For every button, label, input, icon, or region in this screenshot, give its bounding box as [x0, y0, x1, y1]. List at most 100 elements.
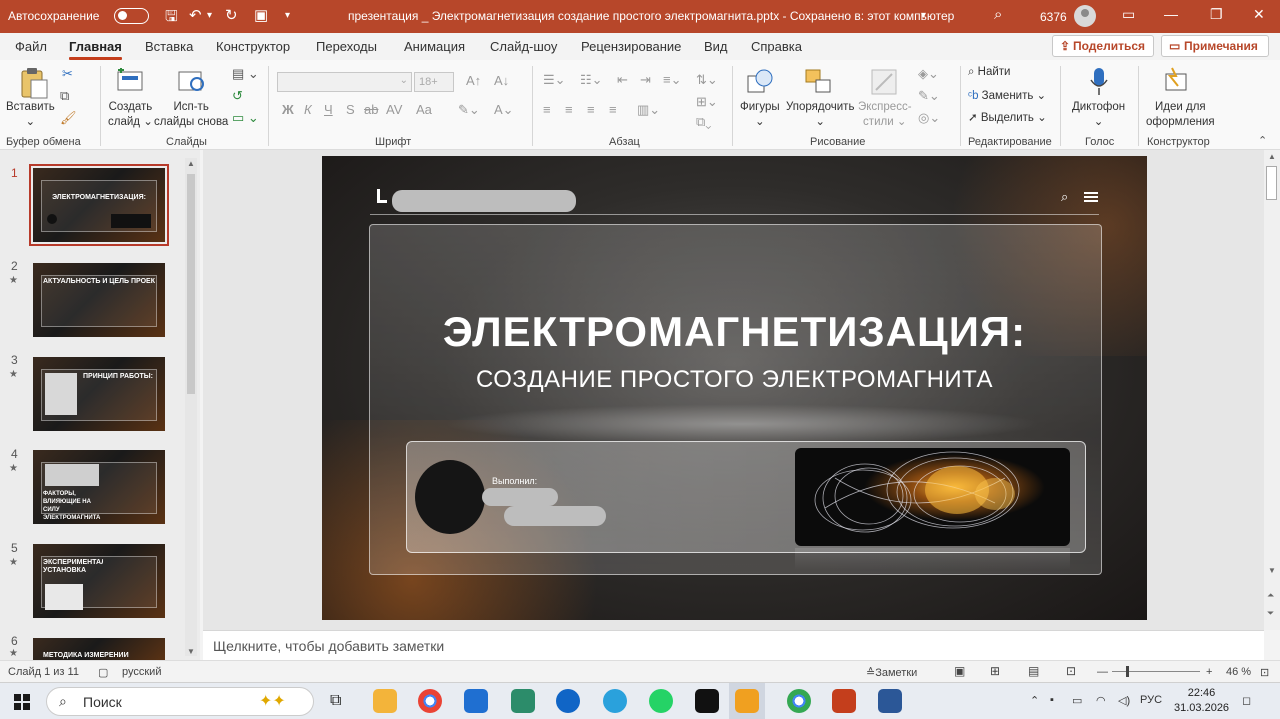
store-icon[interactable] [464, 689, 488, 713]
section-icon[interactable]: ▭ ⌄ [232, 110, 259, 126]
line-spacing-icon[interactable]: ≡⌄ [663, 72, 681, 88]
slide-subtitle[interactable]: СОЗДАНИЕ ПРОСТОГО ЭЛЕКТРОМАГНИТА [322, 366, 1147, 394]
save-icon[interactable]: 🖫 [165, 6, 178, 31]
design-ideas-icon[interactable] [1162, 66, 1192, 96]
font-name-input[interactable]: ⌄ [277, 72, 412, 92]
powerpoint-icon[interactable] [832, 689, 856, 713]
microphone-icon[interactable] [1088, 66, 1110, 98]
normal-view-icon[interactable]: ▣ [954, 664, 965, 678]
sublime-icon[interactable] [735, 689, 759, 713]
task-view-icon[interactable]: ⧉ [330, 692, 341, 710]
font-color-icon[interactable]: A⌄ [494, 102, 514, 118]
shapes-button[interactable]: Фигуры ⌄ [740, 100, 780, 130]
slideshow-view-icon[interactable]: ⊡ [1066, 664, 1076, 678]
tab-slideshow[interactable]: Слайд-шоу [490, 39, 557, 54]
tab-view[interactable]: Вид [704, 39, 728, 54]
customize-toolbar-icon[interactable]: ▾ [285, 10, 290, 21]
outlook-icon[interactable] [556, 689, 580, 713]
fit-to-window-icon[interactable]: ⊡ [1260, 666, 1269, 679]
zoom-out-icon[interactable]: — [1097, 666, 1108, 678]
presentation-start-icon[interactable]: ▣ [254, 6, 268, 24]
select-button[interactable]: ➚ Выделить ⌄ [968, 110, 1047, 124]
reading-view-icon[interactable]: ▤ [1028, 664, 1039, 678]
tab-animation[interactable]: Анимация [404, 39, 465, 54]
tab-file[interactable]: Файл [15, 39, 47, 54]
shadow-icon[interactable]: S [346, 102, 355, 117]
zoom-level[interactable]: 46 % [1226, 666, 1251, 678]
arrange-icon[interactable] [804, 68, 834, 96]
italic-icon[interactable]: К [304, 102, 312, 117]
highlight-icon[interactable]: ✎⌄ [458, 102, 480, 118]
slide-canvas[interactable]: ⌕ ЭЛЕКТРОМАГНЕТИЗАЦИЯ: СОЗДАНИЕ ПРОСТОГО… [322, 156, 1147, 620]
zoom-in-icon[interactable]: + [1206, 666, 1212, 678]
notes-toggle-button[interactable]: ≙Заметки [866, 666, 917, 679]
battery-icon[interactable]: ▭ [1072, 694, 1082, 707]
scroll-down-icon[interactable]: ▼ [187, 647, 195, 656]
tray-chevron-icon[interactable]: ⌃ [1030, 694, 1039, 707]
increase-indent-icon[interactable]: ⇥ [640, 72, 651, 88]
strikethrough-icon[interactable]: ab [364, 102, 378, 117]
replace-button[interactable]: ᶜb Заменить ⌄ [968, 88, 1046, 102]
redo-icon[interactable]: ↻ [225, 6, 238, 24]
copy-icon[interactable]: ⧉ [60, 88, 69, 104]
format-painter-icon[interactable]: 🖌 [60, 110, 77, 126]
align-text-icon[interactable]: ⊞⌄ [696, 94, 718, 110]
chrome-icon[interactable] [418, 689, 442, 713]
smartart-icon[interactable]: ⧉⌄ [696, 114, 711, 130]
align-center-icon[interactable]: ≡ [565, 102, 573, 117]
columns-icon[interactable]: ▥⌄ [637, 102, 660, 118]
minimize-icon[interactable]: — [1164, 6, 1178, 22]
increase-font-icon[interactable]: A↑ [466, 73, 481, 88]
tab-design[interactable]: Конструктор [216, 39, 290, 54]
slide-sorter-icon[interactable]: ⊞ [990, 664, 1000, 678]
new-slide-button[interactable]: Создать слайд ⌄ [108, 100, 153, 130]
tab-transitions[interactable]: Переходы [316, 39, 377, 54]
undo-icon[interactable]: ↶ [189, 6, 202, 24]
taskbar-clock[interactable]: 22:46 31.03.2026 [1174, 686, 1229, 716]
next-slide-icon[interactable]: ⏷ [1267, 608, 1274, 619]
quick-styles-icon[interactable] [870, 68, 900, 96]
app-icon[interactable] [695, 689, 719, 713]
paste-button[interactable]: Вставить ⌄ [6, 100, 55, 130]
share-button[interactable]: ⇪ Поделиться [1052, 35, 1154, 57]
scroll-up-icon[interactable]: ▲ [187, 159, 195, 168]
shape-fill-icon[interactable]: ◈⌄ [918, 66, 939, 82]
align-left-icon[interactable]: ≡ [543, 102, 551, 117]
title-dropdown-icon[interactable]: ▾ [921, 10, 926, 21]
quick-styles-button[interactable]: Экспресс- стили ⌄ [858, 100, 912, 130]
decrease-indent-icon[interactable]: ⇤ [617, 72, 628, 88]
author-label[interactable]: Выполнил: [492, 476, 537, 486]
app-icon[interactable] [511, 689, 535, 713]
align-right-icon[interactable]: ≡ [587, 102, 595, 117]
dictate-button[interactable]: Диктофон ⌄ [1072, 100, 1125, 130]
windows-start-icon[interactable] [14, 694, 30, 710]
shape-outline-icon[interactable]: ✎⌄ [918, 88, 940, 104]
text-direction-icon[interactable]: ⇅⌄ [696, 72, 718, 88]
decrease-font-icon[interactable]: A↓ [494, 73, 509, 88]
tab-home[interactable]: Главная [69, 39, 122, 60]
reset-icon[interactable]: ↺ [232, 88, 243, 104]
document-title[interactable]: презентация _ Электромагнетизация создан… [348, 9, 954, 23]
tab-insert[interactable]: Вставка [145, 39, 193, 54]
bold-icon[interactable]: Ж [282, 102, 294, 117]
taskbar-search[interactable]: ⌕ Поиск ✦✦ [46, 687, 314, 716]
language-status[interactable]: русский [122, 666, 161, 678]
tray-app-icon[interactable]: ▪ [1050, 694, 1054, 706]
chrome-icon[interactable] [787, 689, 811, 713]
collapse-ribbon-icon[interactable]: ⌃ [1258, 134, 1267, 147]
slide-thumbnail-1[interactable]: ЭЛЕКТРОМАГНЕТИЗАЦИЯ: [29, 164, 169, 246]
user-avatar[interactable] [1074, 5, 1096, 27]
previous-slide-icon[interactable]: ⏶ [1267, 590, 1274, 601]
numbering-icon[interactable]: ☷⌄ [580, 72, 603, 88]
close-icon[interactable]: ✕ [1253, 6, 1265, 23]
wifi-icon[interactable]: ◠ [1096, 694, 1106, 707]
shapes-icon[interactable] [746, 68, 776, 96]
paste-icon[interactable] [19, 66, 49, 100]
keyboard-language[interactable]: РУС [1140, 694, 1162, 706]
cut-icon[interactable]: ✂ [62, 66, 73, 82]
notes-pane[interactable]: Щелкните, чтобы добавить заметки [203, 630, 1264, 660]
spellcheck-icon[interactable]: ▢ [98, 666, 108, 679]
search-icon[interactable]: ⌕ [994, 6, 1002, 23]
comments-button[interactable]: ▭ Примечания [1161, 35, 1269, 57]
slides-scrollbar-thumb[interactable] [187, 174, 195, 394]
